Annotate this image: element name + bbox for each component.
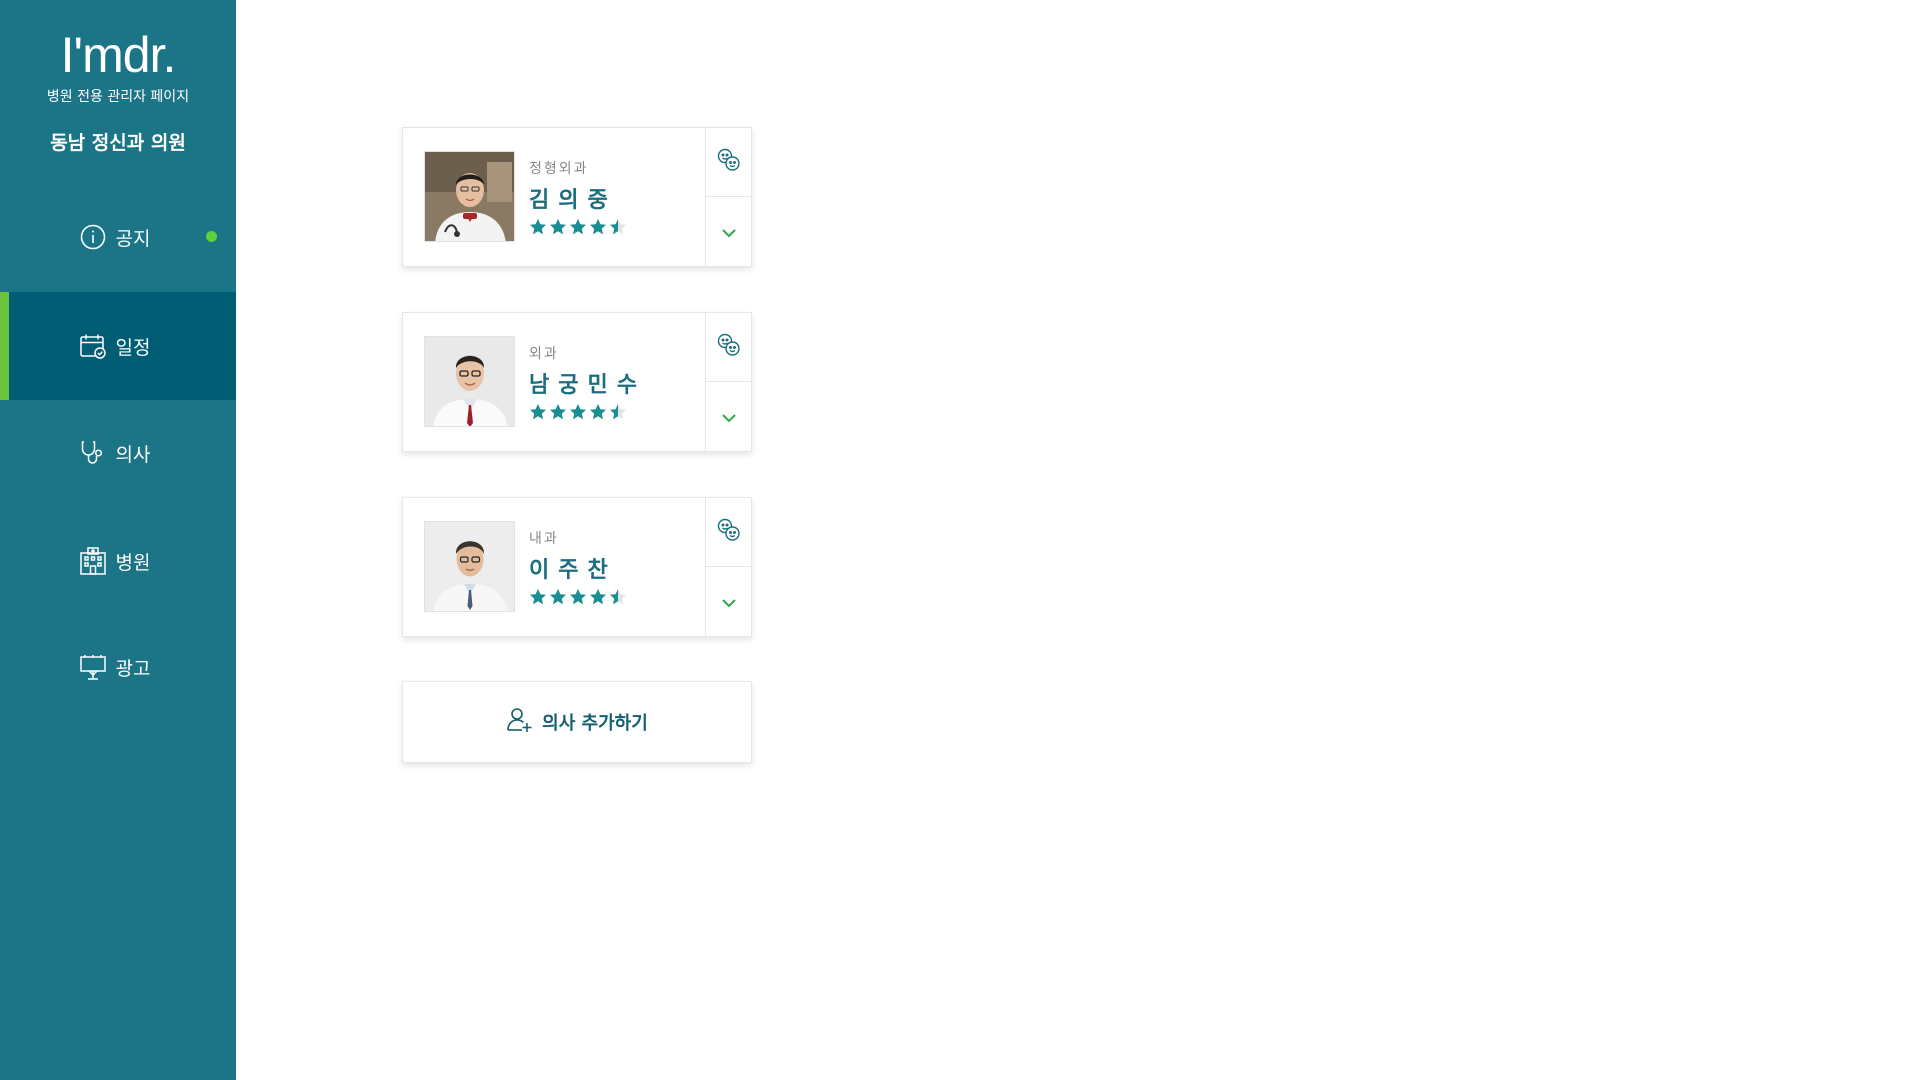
expand-button[interactable] xyxy=(706,567,752,637)
doctor-name: 이주찬 xyxy=(529,558,617,583)
info-icon xyxy=(78,222,108,252)
sidebar-item-hospital[interactable]: 병원 xyxy=(0,507,236,615)
rating-stars xyxy=(529,218,627,235)
star-icon xyxy=(590,404,606,420)
add-user-icon xyxy=(506,706,534,738)
billboard-icon xyxy=(78,652,108,682)
chat-faces-icon xyxy=(716,332,742,362)
chat-faces-icon xyxy=(716,147,742,177)
star-icon xyxy=(530,589,546,605)
logo-subtitle: 병원 전용 관리자 페이지 xyxy=(46,89,190,105)
doctor-photo xyxy=(424,521,515,612)
card-actions xyxy=(705,128,752,267)
add-doctor-label: 의사 추가하기 xyxy=(542,713,648,734)
chevron-down-icon xyxy=(721,408,737,427)
chat-button[interactable] xyxy=(706,498,752,567)
sidebar-item-label: 병원 xyxy=(115,551,151,574)
star-icon xyxy=(570,589,586,605)
rating-stars xyxy=(529,403,627,420)
calendar-icon xyxy=(78,331,108,361)
star-icon xyxy=(590,219,606,235)
doctor-card: 정형외과 김의중 xyxy=(402,127,752,267)
card-actions xyxy=(705,498,752,637)
sidebar: I'mdr. 병원 전용 관리자 페이지 동남 정신과 의원 공지 일정 의사 … xyxy=(0,0,236,1080)
doctor-card: 외과 남궁민수 xyxy=(402,312,752,452)
star-icon xyxy=(550,219,566,235)
sidebar-item-notice[interactable]: 공지 xyxy=(0,183,236,291)
doctor-department: 정형외과 xyxy=(529,161,589,177)
doctor-card: 내과 이주찬 xyxy=(402,497,752,637)
sidebar-item-ads[interactable]: 광고 xyxy=(0,613,236,721)
card-actions xyxy=(705,313,752,452)
star-icon xyxy=(550,589,566,605)
doctor-photo xyxy=(424,336,515,427)
expand-button[interactable] xyxy=(706,197,752,267)
add-doctor-button[interactable]: 의사 추가하기 xyxy=(402,681,752,763)
star-icon xyxy=(610,404,626,420)
star-icon xyxy=(610,219,626,235)
star-icon xyxy=(530,404,546,420)
sidebar-item-label: 광고 xyxy=(115,657,151,680)
doctor-name: 남궁민수 xyxy=(529,373,646,398)
star-icon xyxy=(610,589,626,605)
star-icon xyxy=(530,219,546,235)
sidebar-item-label: 의사 xyxy=(115,443,151,466)
star-icon xyxy=(590,589,606,605)
hospital-icon xyxy=(78,546,108,576)
chevron-down-icon xyxy=(721,593,737,612)
doctor-name: 김의중 xyxy=(529,188,617,213)
expand-button[interactable] xyxy=(706,382,752,452)
chat-faces-icon xyxy=(716,517,742,547)
doctor-photo xyxy=(424,151,515,242)
sidebar-item-doctor[interactable]: 의사 xyxy=(0,399,236,507)
doctor-department: 외과 xyxy=(529,346,559,362)
chevron-down-icon xyxy=(721,223,737,242)
star-icon xyxy=(550,404,566,420)
star-icon xyxy=(570,404,586,420)
sidebar-item-label: 공지 xyxy=(115,227,151,250)
star-icon xyxy=(570,219,586,235)
sidebar-item-label: 일정 xyxy=(115,336,151,359)
stethoscope-icon xyxy=(78,438,108,468)
notice-indicator-dot xyxy=(206,231,217,242)
chat-button[interactable] xyxy=(706,128,752,197)
rating-stars xyxy=(529,588,627,605)
app-logo: I'mdr. xyxy=(60,27,177,83)
sidebar-item-schedule[interactable]: 일정 xyxy=(0,292,236,400)
chat-button[interactable] xyxy=(706,313,752,382)
clinic-name: 동남 정신과 의원 xyxy=(50,132,186,154)
doctor-department: 내과 xyxy=(529,531,559,547)
